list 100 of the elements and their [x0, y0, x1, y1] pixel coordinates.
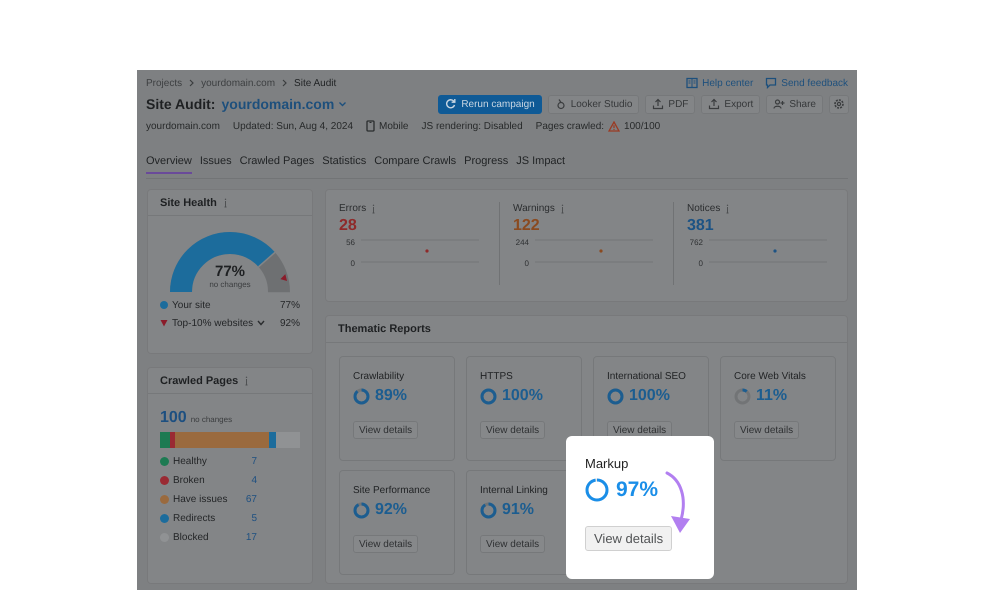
info-text: Mobile: [379, 120, 408, 132]
legend-count-link[interactable]: 67: [243, 494, 257, 504]
axis-label: 56: [346, 238, 355, 247]
breadcrumb-link[interactable]: Projects: [146, 78, 182, 88]
total-count: 100: [160, 409, 187, 427]
legend-count-link[interactable]: 4: [243, 474, 257, 486]
report-title: Crawlability: [353, 371, 404, 382]
caret-icon: [338, 100, 348, 108]
progress-ring-icon: [353, 502, 370, 518]
toolbar-button[interactable]: PDF: [645, 94, 696, 114]
caret-icon: [257, 320, 266, 326]
gauge-note: no changes: [209, 280, 251, 289]
report-score: 100%: [502, 387, 543, 405]
report-score: 89%: [375, 387, 408, 405]
toolbar-button[interactable]: Looker Studio: [548, 94, 640, 114]
info-icon: [725, 204, 730, 214]
tab[interactable]: Crawled Pages: [240, 155, 314, 174]
chevron-icon: [281, 79, 288, 87]
report-score: 11%: [756, 387, 788, 405]
toolbar-button[interactable]: Rerun campaign: [438, 94, 542, 114]
info-value: 100/100: [624, 120, 660, 132]
chevron-icon: [188, 79, 196, 87]
progress-ring-icon: [734, 388, 751, 404]
tab[interactable]: JS Impact: [516, 155, 566, 174]
view-details-button[interactable]: View details: [480, 535, 546, 553]
settings-button[interactable]: [829, 94, 849, 114]
metric-value: 28: [339, 217, 358, 235]
report-score: 97%: [616, 478, 658, 502]
card-title: Crawled Pages: [160, 374, 238, 386]
info-text: yourdomain.com: [146, 120, 220, 132]
metric-label: Notices: [687, 203, 720, 214]
breadcrumb-current[interactable]: Site Audit: [294, 78, 336, 88]
book-icon: [686, 77, 698, 89]
phone-icon: [366, 120, 376, 132]
legend-count-link[interactable]: 5: [243, 512, 257, 524]
report-title: International SEO: [607, 371, 686, 382]
report-title: Core Web Vitals: [734, 371, 806, 382]
axis-label: 0: [350, 259, 355, 268]
info-text: Pages crawled:: [536, 120, 604, 132]
legend-value: 92%: [280, 318, 300, 328]
upload-icon: [708, 98, 720, 110]
metric-label: Errors: [339, 203, 366, 214]
upload-icon: [652, 98, 664, 110]
view-details-button[interactable]: View details: [353, 535, 418, 553]
card-title: Site Health: [160, 196, 217, 208]
domain-dropdown[interactable]: yourdomain.com: [221, 96, 348, 112]
info-icon: [244, 376, 250, 386]
tab[interactable]: Issues: [200, 155, 232, 174]
legend-label: Blocked: [173, 532, 210, 542]
info-text: Updated: Sun, Aug 4, 2024: [232, 120, 354, 132]
total-note: no changes: [190, 415, 232, 424]
refresh-icon: [445, 98, 458, 110]
axis-label: 244: [516, 238, 529, 247]
axis-label: 0: [524, 259, 529, 268]
axis-label: 0: [698, 259, 703, 268]
info-icon: [222, 198, 228, 208]
gauge-value: 77%: [214, 264, 246, 280]
report-title: Site Performance: [353, 485, 430, 496]
legend-value: 77%: [280, 300, 300, 310]
legend-label: Have issues: [173, 494, 228, 504]
tab[interactable]: Compare Crawls: [374, 155, 456, 174]
speech-bubble-icon: [765, 77, 778, 89]
legend-count-link[interactable]: 7: [243, 456, 257, 466]
toolbar-button[interactable]: Share: [766, 94, 823, 114]
report-title: HTTPS: [480, 371, 513, 382]
info-text: JS rendering: Disabled: [422, 120, 523, 132]
header-link[interactable]: Help center: [686, 77, 754, 89]
legend-count-link[interactable]: 17: [243, 532, 257, 542]
legend-label: Healthy: [173, 456, 208, 466]
progress-ring-icon: [480, 388, 497, 404]
tab[interactable]: Progress: [464, 155, 508, 174]
tab[interactable]: Overview: [146, 155, 192, 174]
metric-value: 122: [513, 217, 541, 235]
progress-ring-icon: [353, 388, 370, 404]
pin-icon: [554, 98, 567, 110]
legend-label: Broken: [173, 474, 206, 486]
metric-label: Warnings: [513, 203, 555, 214]
view-details-button[interactable]: View details: [353, 421, 418, 439]
view-details-button[interactable]: View details: [734, 421, 800, 439]
toolbar-button[interactable]: Export: [701, 94, 760, 114]
report-title: Internal Linking: [480, 485, 548, 496]
progress-ring-icon: [607, 388, 624, 404]
view-details-button[interactable]: View details: [480, 421, 546, 439]
card-title: Thematic Reports: [338, 323, 431, 335]
metric-value: 381: [687, 217, 715, 235]
settings-icon: [833, 98, 845, 110]
warning-icon: [608, 120, 620, 132]
progress-ring-icon: [480, 502, 497, 518]
legend-label: Top-10% websites: [172, 318, 254, 328]
tab[interactable]: Statistics: [322, 155, 366, 174]
report-title: Markup: [585, 456, 628, 471]
axis-label: 762: [690, 238, 703, 247]
report-score: 91%: [502, 501, 534, 519]
header-link[interactable]: Send feedback: [765, 77, 848, 89]
info-icon: [560, 204, 565, 214]
breadcrumb-link[interactable]: yourdomain.com: [201, 78, 276, 88]
view-details-button[interactable]: View details: [585, 526, 672, 551]
legend-label: Redirects: [173, 512, 216, 524]
report-score: 92%: [375, 501, 408, 519]
report-score: 100%: [629, 387, 670, 405]
